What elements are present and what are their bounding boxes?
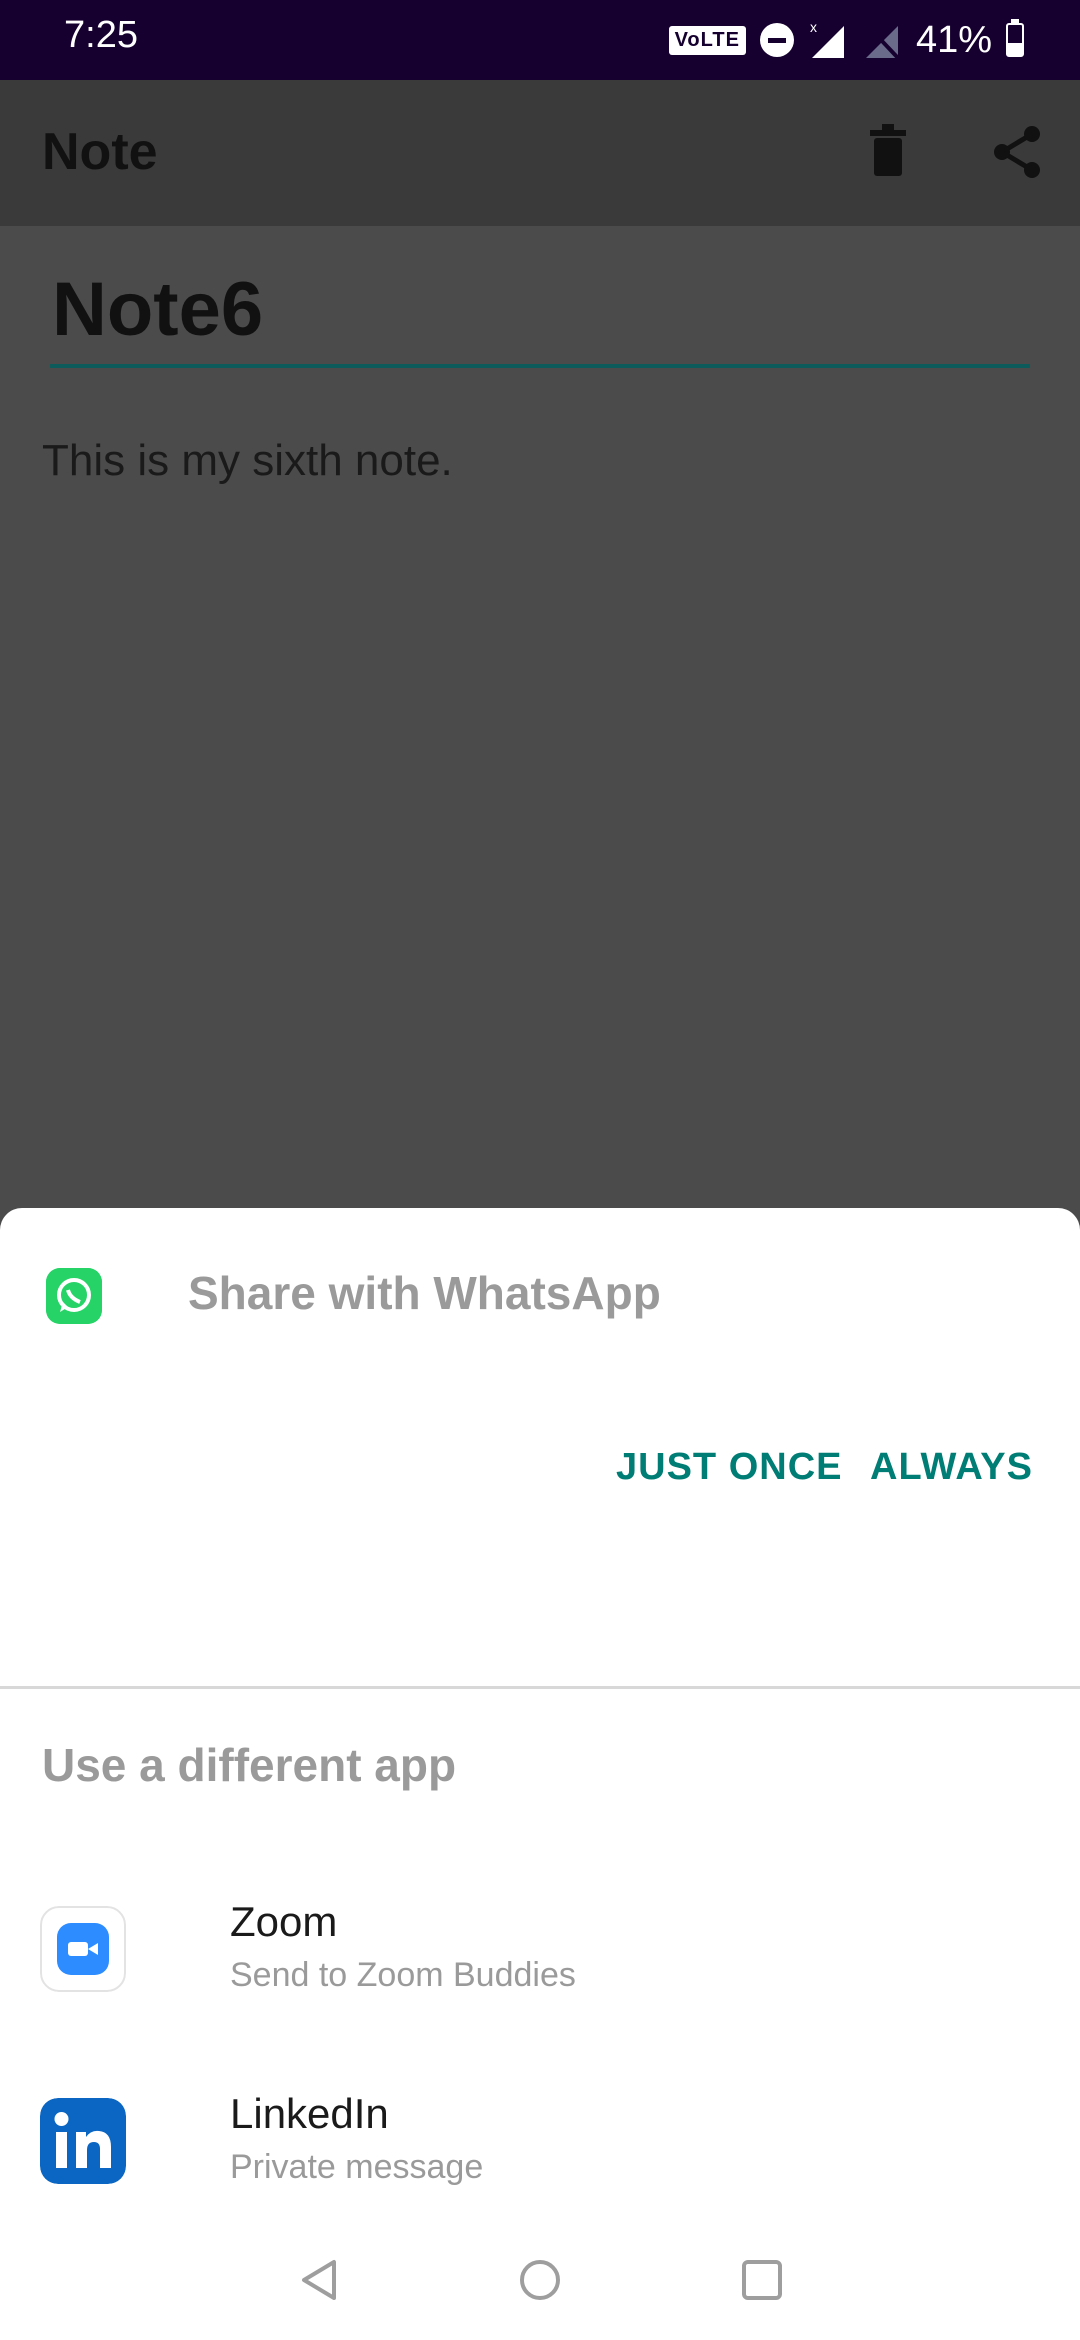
title-underline — [50, 364, 1030, 368]
back-icon[interactable] — [292, 2252, 348, 2308]
home-icon[interactable] — [512, 2252, 568, 2308]
recents-icon[interactable] — [734, 2252, 790, 2308]
battery-fill — [1008, 42, 1022, 55]
app-subtitle: Send to Zoom Buddies — [230, 1956, 576, 1994]
just-once-button[interactable]: JUST ONCE — [616, 1446, 842, 1489]
sheet-divider — [0, 1686, 1080, 1689]
app-name: Zoom — [230, 1898, 338, 1945]
status-icons: VoLTE x 41% — [668, 18, 1024, 62]
navigation-bar — [0, 2220, 1080, 2340]
battery-icon — [1006, 19, 1024, 57]
always-button[interactable]: ALWAYS — [870, 1446, 1033, 1489]
svg-text:x: x — [810, 20, 817, 35]
battery-percent: 41% — [915, 18, 992, 61]
zoom-icon — [40, 1906, 126, 1992]
app-title: Note — [42, 123, 158, 181]
app-bar: Note — [0, 80, 1080, 226]
linkedin-icon — [40, 2098, 126, 2184]
different-app-heading: Use a different app — [42, 1739, 457, 1791]
delete-icon[interactable] — [856, 120, 920, 184]
share-sheet-title: Share with WhatsApp — [188, 1267, 661, 1319]
app-subtitle: Private message — [230, 2148, 484, 2186]
share-sheet: Share with WhatsApp JUST ONCE ALWAYS Use… — [0, 1208, 1080, 2340]
note-title-field[interactable]: Note6 — [52, 266, 263, 353]
no-sim-icon — [864, 22, 900, 60]
volte-icon: VoLTE — [668, 25, 746, 55]
app-row-zoom[interactable]: Zoom Send to Zoom Buddies — [0, 1884, 1080, 2054]
status-bar: 7:25 VoLTE x 41% — [0, 0, 1080, 80]
note-body-field[interactable]: This is my sixth note. — [42, 436, 453, 486]
note-editor: Note6 This is my sixth note. — [0, 226, 1080, 1210]
status-time: 7:25 — [64, 14, 138, 56]
share-icon[interactable] — [986, 120, 1050, 184]
do-not-disturb-icon — [759, 23, 794, 57]
whatsapp-icon — [46, 1268, 102, 1324]
app-name: LinkedIn — [230, 2090, 389, 2137]
signal-icon: x — [810, 20, 844, 58]
